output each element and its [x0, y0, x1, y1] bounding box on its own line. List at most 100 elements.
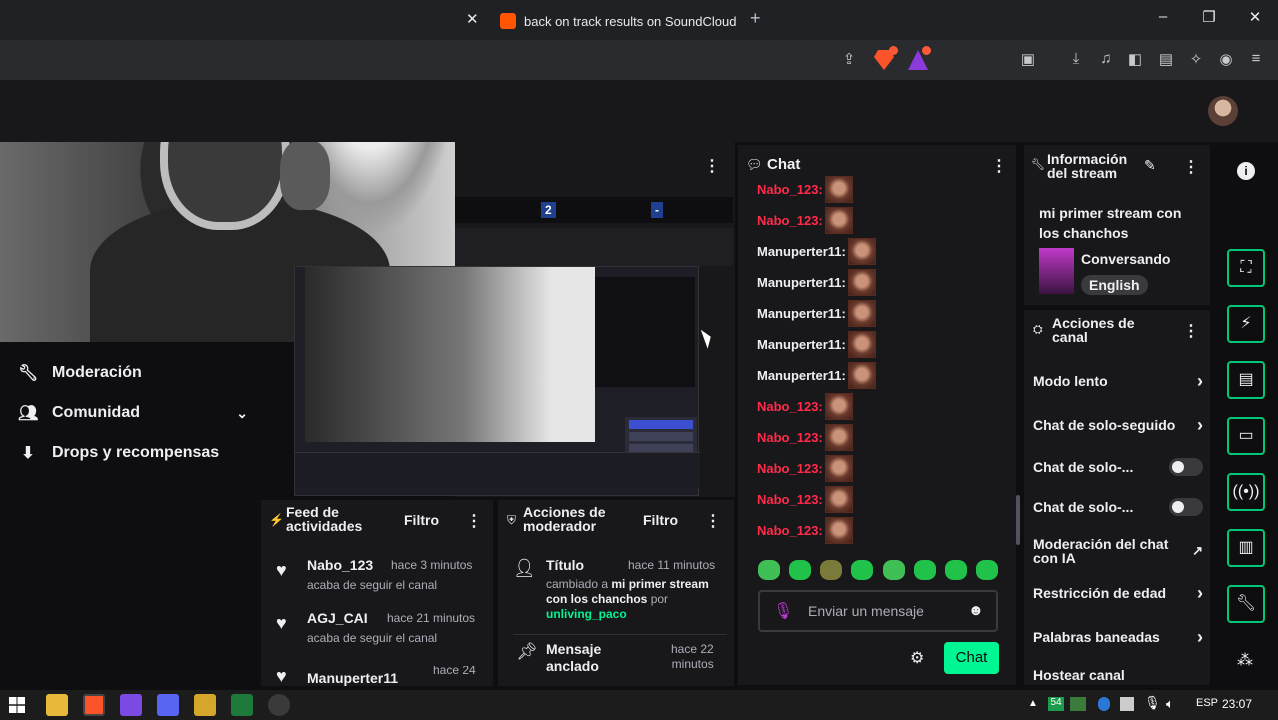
tray-app-icon[interactable]: [1070, 697, 1086, 711]
action-host-channel[interactable]: Hostear canal: [1033, 664, 1203, 686]
nav-item-drops[interactable]: ⬇ Drops y recompensas: [18, 439, 248, 467]
close-tab-icon[interactable]: ✕: [466, 10, 479, 28]
feed-event-name[interactable]: AGJ_CAI: [307, 610, 368, 626]
shapes-icon[interactable]: ⁂: [1237, 650, 1253, 670]
feed-event-name[interactable]: Manuperter11: [307, 670, 398, 686]
bluetooth-icon[interactable]: [1098, 697, 1110, 711]
action-banned-words[interactable]: Palabras baneadas ›: [1033, 626, 1203, 648]
toggle-switch[interactable]: [1169, 498, 1203, 516]
chat-username[interactable]: Nabo_123:: [757, 399, 823, 414]
language-tag[interactable]: English: [1081, 275, 1148, 295]
mod-filter-button[interactable]: Filtro: [643, 512, 678, 528]
wrench-icon[interactable]: 🔧︎: [1227, 585, 1265, 623]
minimize-button[interactable]: –: [1148, 8, 1178, 25]
music-icon[interactable]: ♫: [1095, 50, 1117, 70]
input-language[interactable]: ESP: [1196, 697, 1218, 709]
chat-message: Nabo_123:: [757, 176, 853, 203]
sidebar-icon[interactable]: ◧: [1124, 50, 1146, 70]
category-name[interactable]: Conversando: [1081, 251, 1170, 267]
excel-icon[interactable]: [231, 694, 253, 716]
chat-scrollbar[interactable]: [1016, 495, 1020, 545]
tray-expand-icon[interactable]: ▲: [1028, 698, 1038, 709]
layout-icon[interactable]: ▥: [1227, 529, 1265, 567]
chat-input[interactable]: Enviar un mensaje: [758, 590, 998, 632]
mod-user-link[interactable]: unliving_paco: [546, 607, 627, 621]
avatar[interactable]: [1208, 96, 1238, 126]
chat-username[interactable]: Manuperter11:: [757, 306, 846, 321]
emote-icon[interactable]: [851, 560, 874, 580]
chat-username[interactable]: Nabo_123:: [757, 461, 823, 476]
chat-username[interactable]: Manuperter11:: [757, 368, 846, 383]
broadcast-icon[interactable]: ((•)): [1227, 473, 1265, 511]
volume-icon[interactable]: 🔈︎: [1166, 696, 1174, 712]
action-emote-only[interactable]: Chat de solo-...: [1033, 496, 1203, 518]
new-tab-button[interactable]: +: [750, 8, 761, 29]
nav-item-moderacion[interactable]: 🔧︎ Moderación: [18, 359, 248, 387]
feed-filter-button[interactable]: Filtro: [404, 512, 439, 528]
info-more-icon[interactable]: ⋮: [1183, 157, 1199, 177]
obs-icon[interactable]: [268, 694, 290, 716]
wallet-icon[interactable]: ▤: [1155, 50, 1177, 70]
chat-username[interactable]: Nabo_123:: [757, 523, 823, 538]
more-options-icon[interactable]: ⋮: [704, 156, 720, 176]
action-subs-only[interactable]: Chat de solo-...: [1033, 456, 1203, 478]
emoji-icon[interactable]: ☻: [968, 602, 984, 619]
browser-tab[interactable]: back on track results on SoundCloud: [500, 6, 740, 36]
chat-icon[interactable]: ▭: [1227, 417, 1265, 455]
emote-icon[interactable]: [820, 560, 843, 580]
tray-app-icon[interactable]: 54: [1048, 697, 1064, 711]
pencil-icon[interactable]: ✎: [1144, 157, 1156, 174]
mod-more-icon[interactable]: ⋮: [705, 511, 721, 531]
emote-icon[interactable]: [882, 560, 905, 580]
actions-more-icon[interactable]: ⋮: [1183, 321, 1199, 341]
leo-ai-icon[interactable]: ✧: [1185, 50, 1207, 70]
chat-settings-icon[interactable]: ⚙: [910, 648, 924, 668]
chat-username[interactable]: Nabo_123:: [757, 213, 823, 228]
info-icon[interactable]: i: [1237, 162, 1255, 180]
vpn-icon[interactable]: ◉: [1215, 50, 1237, 70]
user-edit-icon: 👤︎: [513, 558, 536, 578]
discord-icon[interactable]: [157, 694, 179, 716]
screenshot-icon[interactable]: ▣: [1017, 50, 1039, 70]
file-explorer-icon[interactable]: [46, 694, 68, 716]
stream-info-title: Información del stream: [1047, 151, 1128, 181]
download-icon[interactable]: ⤓: [1065, 50, 1087, 70]
lightning-icon[interactable]: ⚡︎: [1227, 305, 1265, 343]
chat-username[interactable]: Nabo_123:: [757, 182, 823, 197]
chat-username[interactable]: Manuperter11:: [757, 275, 846, 290]
action-age-restriction[interactable]: Restricción de edad ›: [1033, 582, 1203, 604]
emote-icon[interactable]: [913, 560, 936, 580]
chat-more-icon[interactable]: ⋮: [991, 156, 1007, 176]
taskbar-clock[interactable]: 23:07: [1222, 697, 1252, 711]
feed-more-icon[interactable]: ⋮: [466, 511, 482, 531]
menu-icon[interactable]: ≡: [1245, 50, 1267, 70]
chat-username[interactable]: Nabo_123:: [757, 430, 823, 445]
action-slow-mode[interactable]: Modo lento ›: [1033, 370, 1203, 392]
brave-taskbar-icon[interactable]: [83, 694, 105, 716]
emote-icon[interactable]: [944, 560, 967, 580]
toggle-switch[interactable]: [1169, 458, 1203, 476]
nav-item-comunidad[interactable]: 👥︎ Comunidad ⌄: [18, 399, 248, 427]
emote-icon[interactable]: [975, 560, 998, 580]
app-icon[interactable]: [120, 694, 142, 716]
app-icon[interactable]: [194, 694, 216, 716]
tray-app-icon[interactable]: [1120, 697, 1134, 711]
stream-preview-video[interactable]: [294, 266, 700, 496]
notes-icon[interactable]: ▤: [1227, 361, 1265, 399]
action-followers-only[interactable]: Chat de solo-seguido ›: [1033, 414, 1203, 436]
microphone-icon[interactable]: 🎙︎: [773, 601, 793, 621]
chat-username[interactable]: Manuperter11:: [757, 337, 846, 352]
chat-username[interactable]: Manuperter11:: [757, 244, 846, 259]
microphone-tray-icon[interactable]: 🎙︎: [1144, 695, 1161, 711]
feed-event-name[interactable]: Nabo_123: [307, 557, 373, 573]
chat-username[interactable]: Nabo_123:: [757, 492, 823, 507]
chat-send-button[interactable]: Chat: [944, 642, 999, 674]
emote-icon[interactable]: [789, 560, 812, 580]
action-ai-moderation[interactable]: Moderación del chat con IA ↗: [1033, 535, 1203, 567]
maximize-button[interactable]: ❐: [1194, 8, 1224, 26]
category-boxart[interactable]: [1039, 248, 1074, 294]
close-window-button[interactable]: ✕: [1240, 8, 1270, 26]
clip-icon[interactable]: ⛶: [1227, 249, 1265, 287]
emote-icon[interactable]: [758, 560, 780, 580]
share-icon[interactable]: ⇪: [838, 50, 860, 70]
